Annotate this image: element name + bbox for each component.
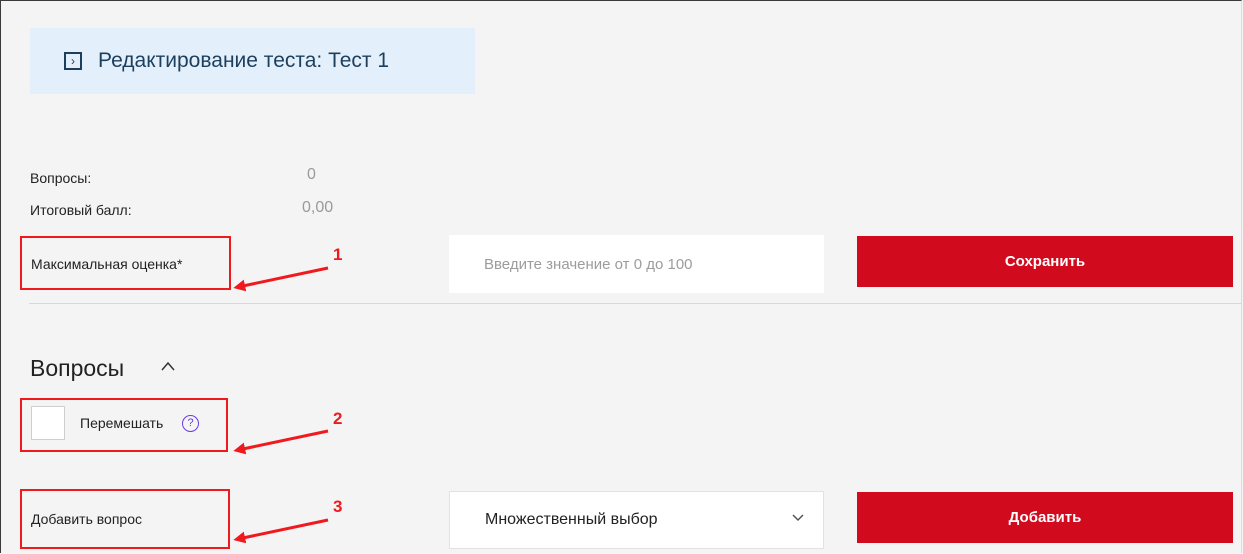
annotation-arrow-3 bbox=[233, 518, 329, 544]
annotation-arrow-1 bbox=[233, 266, 329, 292]
annotation-arrow-2 bbox=[233, 429, 329, 455]
annotation-arrows bbox=[233, 266, 329, 544]
